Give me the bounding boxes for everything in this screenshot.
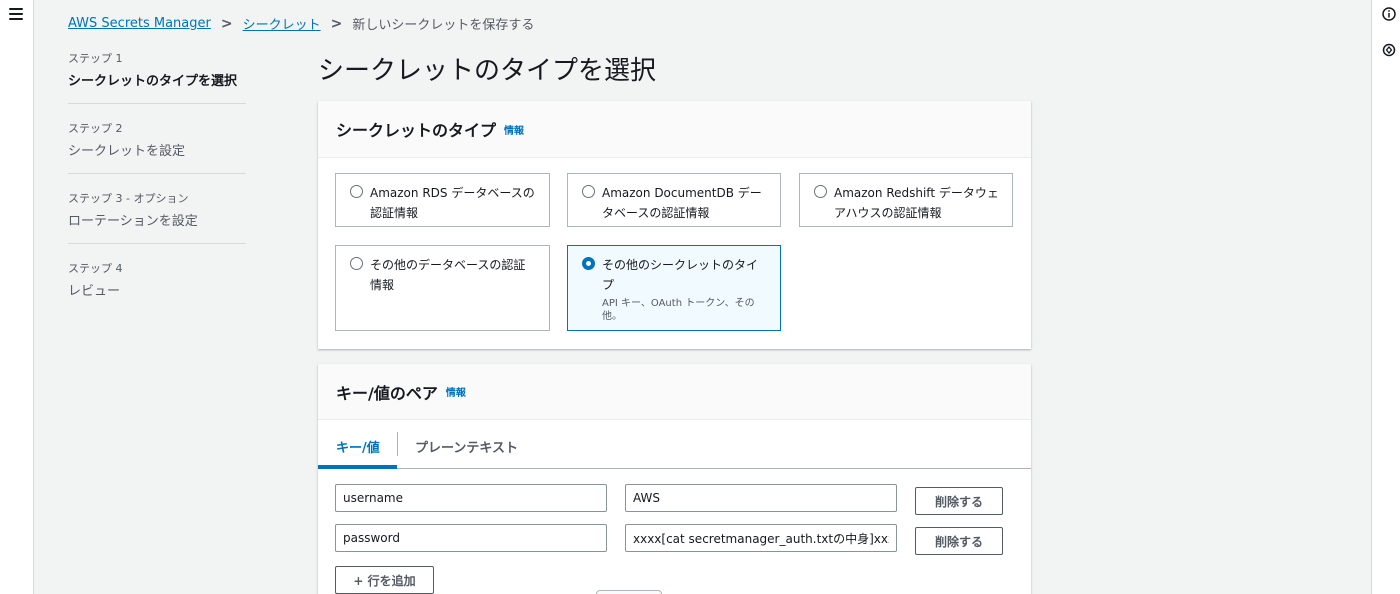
secret-type-option-other-database[interactable]: その他のデータベースの認証情報 <box>335 245 550 331</box>
option-label: Amazon DocumentDB データベースの認証情報 <box>602 186 762 220</box>
step-number: ステップ 1 <box>68 52 123 65</box>
step-title: レビュー <box>68 284 121 299</box>
wizard-step-3: ステップ 3 - オプション ローテーションを設定 <box>68 190 246 244</box>
radio-button[interactable] <box>814 185 827 198</box>
add-row-button[interactable]: + 行を追加 <box>335 566 434 594</box>
secret-type-option-redshift[interactable]: Amazon Redshift データウェアハウスの認証情報 <box>799 173 1013 227</box>
breadcrumb-separator-icon: > <box>330 15 343 32</box>
radio-button[interactable] <box>582 185 595 198</box>
secret-type-heading: シークレットのタイプ <box>336 121 497 140</box>
remove-row-button[interactable]: 削除する <box>915 527 1003 555</box>
info-circle-icon[interactable] <box>1382 7 1396 21</box>
key-value-panel: キー/値のペア 情報 キー/値 プレーンテキスト 削除する 削除する + 行を追… <box>318 364 1031 594</box>
radio-button[interactable] <box>350 257 363 270</box>
key-value-panel-header: キー/値のペア 情報 <box>318 364 1031 420</box>
step-number: ステップ 3 - オプション <box>68 192 189 205</box>
hamburger-menu-icon[interactable] <box>9 8 23 20</box>
radio-button[interactable] <box>350 185 363 198</box>
radio-button-selected[interactable] <box>582 257 595 270</box>
option-label: その他のデータベースの認証情報 <box>370 258 526 292</box>
left-navigation-rail <box>0 0 34 594</box>
tab-plaintext[interactable]: プレーンテキスト <box>415 437 518 456</box>
value-input[interactable] <box>625 484 897 512</box>
right-tools-rail <box>1371 0 1400 594</box>
value-input[interactable] <box>625 524 897 552</box>
wizard-step-1: ステップ 1 シークレットのタイプを選択 <box>68 50 246 104</box>
breadcrumb: AWS Secrets Manager > シークレット > 新しいシークレット… <box>68 14 535 34</box>
step-title: ローテーションを設定 <box>68 214 198 229</box>
option-label: Amazon Redshift データウェアハウスの認証情報 <box>834 186 999 220</box>
active-tab-indicator <box>318 465 397 469</box>
key-value-heading: キー/値のペア <box>336 383 438 403</box>
option-label: Amazon RDS データベースの認証情報 <box>370 186 535 220</box>
remove-row-button[interactable]: 削除する <box>915 487 1003 515</box>
secret-type-option-other-secret[interactable]: その他のシークレットのタイプ API キー、OAuth トークン、その他。 <box>567 245 781 331</box>
secret-type-panel-header: シークレットのタイプ 情報 <box>318 101 1031 158</box>
tab-key-value[interactable]: キー/値 <box>336 437 380 456</box>
step-number: ステップ 4 <box>68 262 123 275</box>
breadcrumb-separator-icon: > <box>220 15 233 32</box>
step-number: ステップ 2 <box>68 122 123 135</box>
breadcrumb-link-secrets-manager[interactable]: AWS Secrets Manager <box>68 16 211 31</box>
tab-divider <box>397 432 398 456</box>
wizard-step-2: ステップ 2 シークレットを設定 <box>68 120 246 174</box>
key-input[interactable] <box>335 524 607 552</box>
step-title: シークレットを設定 <box>68 144 186 159</box>
key-value-tabs: キー/値 プレーンテキスト <box>318 420 1031 469</box>
option-description: API キー、OAuth トークン、その他。 <box>602 298 755 322</box>
info-link[interactable]: 情報 <box>504 122 524 137</box>
wizard-step-4: ステップ 4 レビュー <box>68 260 246 313</box>
secret-type-option-documentdb[interactable]: Amazon DocumentDB データベースの認証情報 <box>567 173 781 227</box>
wizard-steps: ステップ 1 シークレットのタイプを選択 ステップ 2 シークレットを設定 ステ… <box>68 50 246 329</box>
breadcrumb-link-secrets[interactable]: シークレット <box>243 14 321 33</box>
option-label: その他のシークレットのタイプ <box>602 258 759 292</box>
secret-type-panel: シークレットのタイプ 情報 Amazon RDS データベースの認証情報 Ama… <box>318 101 1031 349</box>
secret-type-option-rds[interactable]: Amazon RDS データベースの認証情報 <box>335 173 550 227</box>
scroll-indicator[interactable] <box>596 590 662 594</box>
step-title: シークレットのタイプを選択 <box>68 74 238 89</box>
key-input[interactable] <box>335 484 607 512</box>
page-title: シークレットのタイプを選択 <box>318 56 657 86</box>
breadcrumb-current: 新しいシークレットを保存する <box>352 18 535 33</box>
info-link[interactable]: 情報 <box>446 384 466 399</box>
settings-icon[interactable] <box>1382 43 1396 57</box>
